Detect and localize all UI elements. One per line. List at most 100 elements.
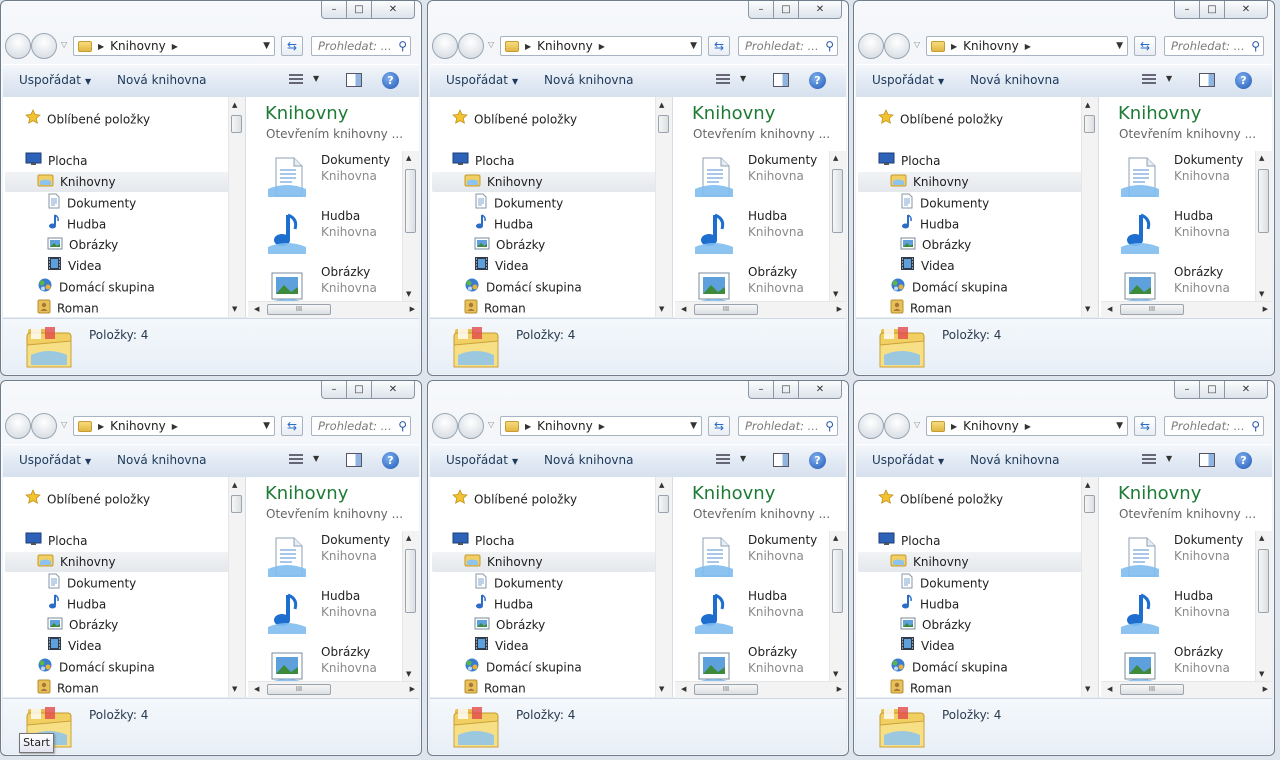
content-horizontal-scrollbar[interactable]: ◀ III ▶ bbox=[248, 681, 419, 698]
scroll-down-icon[interactable]: ▼ bbox=[406, 290, 411, 298]
close-button[interactable]: ✕ bbox=[798, 381, 842, 399]
content-pane[interactable]: Knihovny Otevřením knihovny ... Dokument… bbox=[673, 477, 846, 698]
view-options-dropdown[interactable]: ▼ bbox=[313, 74, 319, 83]
nav-item-plocha[interactable]: Plocha bbox=[878, 531, 940, 551]
content-vertical-scrollbar[interactable]: ▲ ▼ bbox=[402, 151, 419, 301]
help-icon[interactable]: ? bbox=[1235, 72, 1252, 89]
organize-button[interactable]: Uspořádat ▼ bbox=[446, 453, 518, 467]
change-view-icon[interactable] bbox=[289, 74, 303, 87]
nav-item-obrázky[interactable]: Obrázky bbox=[474, 615, 545, 635]
scroll-right-icon[interactable]: ▶ bbox=[1263, 305, 1268, 313]
scroll-right-icon[interactable]: ▶ bbox=[837, 685, 842, 693]
change-view-icon[interactable] bbox=[1142, 74, 1156, 87]
scroll-up-icon[interactable]: ▲ bbox=[232, 101, 237, 109]
address-bar[interactable]: ▶ Knihovny ▶ ▼ bbox=[926, 416, 1128, 436]
back-button[interactable] bbox=[5, 413, 31, 439]
nav-item-obrázky[interactable]: Obrázky bbox=[900, 615, 971, 635]
scrollbar-thumb[interactable] bbox=[231, 115, 242, 133]
address-bar[interactable]: ▶ Knihovny ▶ ▼ bbox=[73, 36, 275, 56]
forward-button[interactable] bbox=[884, 413, 910, 439]
help-icon[interactable]: ? bbox=[809, 452, 826, 469]
nav-item-roman[interactable]: Roman bbox=[890, 678, 952, 698]
library-item-hudba[interactable]: Hudba Knihovna bbox=[1117, 587, 1257, 639]
view-options-dropdown[interactable]: ▼ bbox=[740, 454, 746, 463]
address-bar[interactable]: ▶ Knihovny ▶ ▼ bbox=[500, 416, 702, 436]
address-dropdown-icon[interactable]: ▼ bbox=[263, 41, 270, 51]
scrollbar-thumb[interactable]: III bbox=[1120, 684, 1184, 695]
scroll-down-icon[interactable]: ▼ bbox=[1259, 670, 1264, 678]
nav-item-obrázky[interactable]: Obrázky bbox=[900, 235, 971, 255]
nav-item-dokumenty[interactable]: Dokumenty bbox=[47, 573, 136, 593]
navigation-scrollbar[interactable]: ▲ ▼ bbox=[655, 477, 672, 697]
view-options-dropdown[interactable]: ▼ bbox=[740, 74, 746, 83]
minimize-button[interactable]: – bbox=[321, 381, 347, 399]
content-horizontal-scrollbar[interactable]: ◀ III ▶ bbox=[675, 681, 846, 698]
scroll-left-icon[interactable]: ◀ bbox=[681, 305, 686, 313]
search-input[interactable]: Prohledat: ... ⚲ bbox=[311, 36, 411, 56]
nav-item-roman[interactable]: Roman bbox=[464, 678, 526, 698]
scrollbar-thumb[interactable] bbox=[405, 169, 416, 233]
recent-pages-dropdown[interactable]: ▽ bbox=[61, 420, 67, 429]
navigation-scrollbar[interactable]: ▲ ▼ bbox=[1081, 477, 1098, 697]
new-library-button[interactable]: Nová knihovna bbox=[117, 453, 206, 467]
content-pane[interactable]: Knihovny Otevřením knihovny ... Dokument… bbox=[246, 477, 419, 698]
maximize-button[interactable]: □ bbox=[1199, 381, 1225, 399]
scroll-up-icon[interactable]: ▲ bbox=[1259, 154, 1264, 162]
organize-button[interactable]: Uspořádat ▼ bbox=[19, 453, 91, 467]
library-item-obrázky[interactable]: Obrázky Knihovna bbox=[264, 643, 404, 681]
address-bar[interactable]: ▶ Knihovny ▶ ▼ bbox=[926, 36, 1128, 56]
breadcrumb-separator-icon[interactable]: ▶ bbox=[599, 422, 605, 431]
address-dropdown-icon[interactable]: ▼ bbox=[263, 421, 270, 431]
nav-item-oblíbené-položky[interactable]: Oblíbené položky bbox=[878, 109, 1003, 129]
navigation-pane[interactable]: Oblíbené položky Plocha Knihovny Dokumenty H… bbox=[3, 477, 246, 697]
search-input[interactable]: Prohledat: ... ⚲ bbox=[1164, 36, 1264, 56]
content-horizontal-scrollbar[interactable]: ◀ III ▶ bbox=[1101, 301, 1272, 318]
minimize-button[interactable]: – bbox=[748, 1, 774, 19]
navigation-pane[interactable]: Oblíbené položky Plocha Knihovny Dokumenty H… bbox=[430, 477, 673, 697]
close-button[interactable]: ✕ bbox=[798, 1, 842, 19]
back-button[interactable] bbox=[432, 33, 458, 59]
refresh-button[interactable]: ⇆ bbox=[708, 36, 730, 56]
breadcrumb-libraries[interactable]: Knihovny bbox=[110, 419, 166, 433]
organize-button[interactable]: Uspořádat ▼ bbox=[872, 73, 944, 87]
search-input[interactable]: Prohledat: ... ⚲ bbox=[311, 416, 411, 436]
content-pane[interactable]: Knihovny Otevřením knihovny ... Dokument… bbox=[673, 97, 846, 318]
library-item-dokumenty[interactable]: Dokumenty Knihovna bbox=[1117, 531, 1257, 583]
scroll-down-icon[interactable]: ▼ bbox=[1085, 685, 1090, 693]
content-horizontal-scrollbar[interactable]: ◀ III ▶ bbox=[248, 301, 419, 318]
scrollbar-thumb[interactable] bbox=[658, 495, 669, 513]
explorer-window-2[interactable]: – □ ✕ ▽ ▶ Knihovny ▶ ▼ ⇆ Prohledat: ... … bbox=[427, 0, 849, 376]
scroll-up-icon[interactable]: ▲ bbox=[1085, 101, 1090, 109]
breadcrumb-separator-icon[interactable]: ▶ bbox=[172, 42, 178, 51]
breadcrumb-libraries[interactable]: Knihovny bbox=[537, 39, 593, 53]
nav-item-domácí-skupina[interactable]: Domácí skupina bbox=[37, 657, 155, 677]
back-button[interactable] bbox=[858, 33, 884, 59]
navigation-scrollbar[interactable]: ▲ ▼ bbox=[228, 477, 245, 697]
nav-item-hudba[interactable]: Hudba bbox=[47, 214, 106, 234]
content-pane[interactable]: Knihovny Otevřením knihovny ... Dokument… bbox=[1099, 477, 1272, 698]
refresh-button[interactable]: ⇆ bbox=[1134, 36, 1156, 56]
nav-item-obrázky[interactable]: Obrázky bbox=[474, 235, 545, 255]
nav-item-plocha[interactable]: Plocha bbox=[25, 531, 87, 551]
breadcrumb-libraries[interactable]: Knihovny bbox=[110, 39, 166, 53]
maximize-button[interactable]: □ bbox=[773, 1, 799, 19]
scroll-down-icon[interactable]: ▼ bbox=[659, 685, 664, 693]
library-item-hudba[interactable]: Hudba Knihovna bbox=[691, 587, 831, 639]
scroll-up-icon[interactable]: ▲ bbox=[659, 101, 664, 109]
scroll-up-icon[interactable]: ▲ bbox=[833, 534, 838, 542]
explorer-window-4[interactable]: – □ ✕ ▽ ▶ Knihovny ▶ ▼ ⇆ Prohledat: ... … bbox=[0, 380, 422, 756]
content-horizontal-scrollbar[interactable]: ◀ III ▶ bbox=[675, 301, 846, 318]
library-item-obrázky[interactable]: Obrázky Knihovna bbox=[1117, 263, 1257, 301]
nav-item-hudba[interactable]: Hudba bbox=[900, 214, 959, 234]
scroll-up-icon[interactable]: ▲ bbox=[406, 534, 411, 542]
refresh-button[interactable]: ⇆ bbox=[1134, 416, 1156, 436]
nav-item-domácí-skupina[interactable]: Domácí skupina bbox=[37, 277, 155, 297]
breadcrumb-separator-icon[interactable]: ▶ bbox=[98, 42, 104, 51]
scroll-right-icon[interactable]: ▶ bbox=[1263, 685, 1268, 693]
close-button[interactable]: ✕ bbox=[1224, 1, 1268, 19]
nav-item-oblíbené-položky[interactable]: Oblíbené položky bbox=[25, 489, 150, 509]
library-item-obrázky[interactable]: Obrázky Knihovna bbox=[264, 263, 404, 301]
explorer-window-1[interactable]: – □ ✕ ▽ ▶ Knihovny ▶ ▼ ⇆ Prohledat: ... … bbox=[0, 0, 422, 376]
nav-item-videa[interactable]: Videa bbox=[900, 256, 955, 276]
scroll-up-icon[interactable]: ▲ bbox=[232, 481, 237, 489]
